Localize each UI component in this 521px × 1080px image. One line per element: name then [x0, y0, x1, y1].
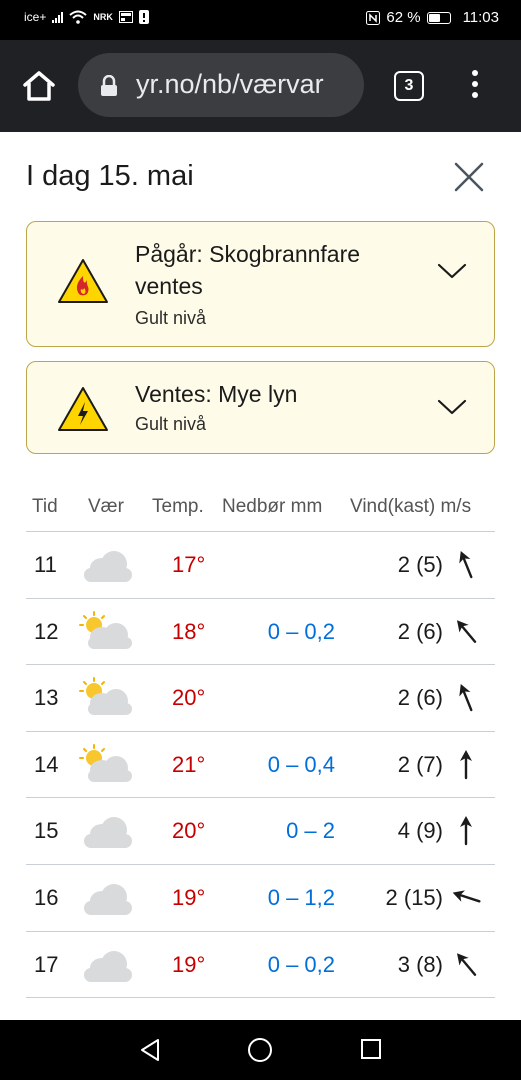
row-precip: 0 – 0,2 — [267, 618, 335, 644]
battery-percent: 62 % — [386, 9, 421, 26]
wind-direction-arrow-icon — [459, 551, 473, 579]
row-wind: 2 (5) — [397, 552, 443, 577]
wind-direction-arrow-icon — [457, 952, 477, 976]
nrk-icon: NRK — [93, 12, 113, 22]
table-row: 11 17° 2 (5) — [26, 532, 495, 599]
row-time: 14 — [34, 751, 59, 777]
row-time: 13 — [34, 685, 59, 711]
header-weather: Vær — [88, 496, 124, 517]
nfc-icon — [366, 10, 381, 25]
warning-title-line2: ventes — [135, 273, 203, 299]
header-precip: Nedbør mm — [222, 496, 323, 517]
tab-switcher-button[interactable]: 3 — [394, 71, 424, 101]
clock: 11:03 — [462, 9, 499, 26]
wind-direction-arrow-icon — [460, 749, 472, 779]
header-wind: Vind(kast) m/s — [350, 496, 472, 517]
row-temp: 19° — [172, 885, 206, 910]
url-text: yr.no/nb/værvar — [136, 69, 324, 99]
row-wind: 4 (9) — [397, 818, 443, 844]
row-temp: 19° — [172, 951, 206, 977]
partly-cloudy-icon — [79, 743, 132, 782]
row-precip: 0 – 0,4 — [267, 751, 335, 777]
warning-card-lightning[interactable]: Ventes: Mye lyn Gult nivå — [26, 361, 495, 454]
lock-icon — [101, 75, 117, 96]
row-temp: 20° — [172, 685, 206, 711]
table-row: 13 20° 2 (6) — [26, 665, 495, 732]
wifi-icon — [69, 10, 88, 24]
chevron-down-icon[interactable] — [437, 262, 467, 280]
chevron-down-icon[interactable] — [437, 398, 467, 416]
wind-direction-arrow-icon — [457, 619, 477, 643]
wind-direction-arrow-icon — [452, 890, 481, 903]
row-wind: 2 (6) — [397, 685, 443, 711]
battery-icon — [426, 11, 451, 24]
cloud-icon — [84, 884, 132, 915]
warning-level: Gult nivå — [135, 308, 207, 328]
alert-icon — [138, 10, 149, 24]
warning-card-forest-fire[interactable]: Pågår: Skogbrannfare ventes Gult nivå — [26, 221, 495, 347]
cloud-icon — [84, 817, 132, 849]
warning-title-line1: Ventes: Mye lyn — [135, 381, 298, 407]
news-icon — [118, 11, 133, 23]
row-temp: 18° — [172, 618, 206, 644]
wind-direction-arrow-icon — [460, 816, 472, 846]
partly-cloudy-icon — [79, 677, 132, 716]
row-precip: 0 – 0,2 — [267, 951, 335, 977]
page-title: I dag 15. mai — [26, 160, 194, 192]
status-bar: ice+ NRK 62 % 11:03 — [0, 0, 521, 40]
row-temp: 20° — [172, 818, 206, 844]
row-time: 11 — [34, 552, 57, 577]
more-menu-icon[interactable] — [468, 70, 482, 104]
table-row: 14 21° 0 – 0,4 2 (7) — [26, 732, 495, 799]
cloud-icon — [84, 551, 132, 582]
recent-apps-icon[interactable] — [360, 1038, 382, 1060]
table-row: 15 20° 0 – 2 4 (9) — [26, 798, 495, 865]
back-icon[interactable] — [139, 1038, 161, 1062]
forest-fire-warning-icon — [58, 259, 108, 303]
lightning-warning-icon — [58, 387, 108, 431]
row-wind: 2 (7) — [397, 751, 443, 777]
carrier-label: ice+ — [24, 10, 47, 24]
cloud-icon — [84, 950, 132, 982]
close-icon[interactable] — [452, 160, 486, 194]
row-wind: 2 (15) — [385, 885, 443, 910]
cloud-icon — [78, 1013, 134, 1020]
address-bar[interactable]: yr.no/nb/værvar — [78, 53, 364, 117]
row-time: 15 — [34, 818, 59, 844]
table-row: 16 19° 0 – 1,2 2 (15) — [26, 865, 495, 932]
table-row-partial — [26, 999, 495, 1020]
warning-level: Gult nivå — [135, 414, 207, 434]
row-time: 12 — [34, 618, 59, 644]
header-time: Tid — [32, 496, 58, 517]
browser-toolbar: yr.no/nb/værvar 3 — [0, 40, 521, 132]
row-time: 16 — [34, 885, 59, 910]
row-temp: 21° — [172, 751, 206, 777]
signal-icon — [52, 11, 64, 23]
row-temp: 17° — [172, 552, 206, 577]
row-wind: 3 (8) — [397, 951, 443, 977]
table-row: 12 18° 0 – 0,2 2 (6) — [26, 599, 495, 666]
wind-direction-arrow-icon — [459, 684, 473, 712]
row-wind: 2 (6) — [397, 618, 443, 644]
warning-title-line1: Pågår: Skogbrannfare — [135, 241, 361, 267]
row-time: 17 — [34, 951, 59, 977]
table-header: Tid Vær Temp. Nedbør mm Vind(kast) m/s — [26, 486, 495, 532]
home-icon[interactable] — [22, 70, 56, 102]
table-row: 17 19° 0 – 0,2 3 (8) — [26, 932, 495, 999]
row-precip: 0 – 2 — [286, 818, 335, 844]
header-temp: Temp. — [152, 496, 204, 517]
system-nav-bar — [0, 1020, 521, 1080]
forecast-dialog: I dag 15. mai Pågår: Skogbrannfare vente… — [0, 132, 521, 1020]
row-precip: 0 – 1,2 — [267, 885, 335, 910]
partly-cloudy-icon — [79, 610, 132, 649]
home-nav-icon[interactable] — [247, 1037, 273, 1063]
